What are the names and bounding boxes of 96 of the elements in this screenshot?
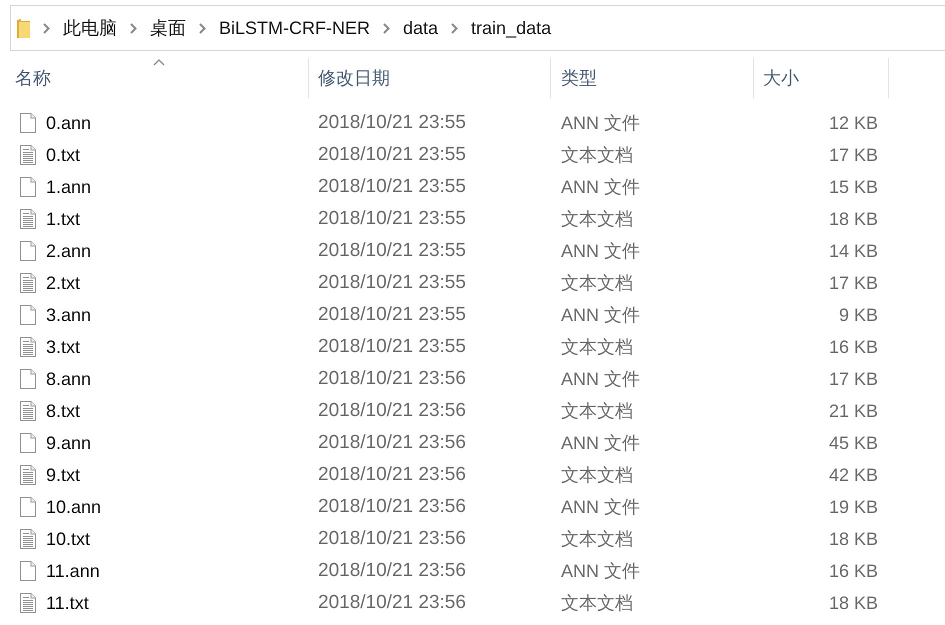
file-type: ANN 文件 bbox=[561, 176, 640, 196]
file-size: 12 KB bbox=[828, 112, 878, 134]
file-name[interactable]: 11.txt bbox=[46, 590, 89, 616]
modified-date: 2018/10/21 23:55 bbox=[318, 240, 466, 261]
blank-file-icon bbox=[20, 433, 36, 453]
file-type: 文本文档 bbox=[561, 528, 633, 548]
column-header[interactable]: 名称 bbox=[10, 58, 309, 98]
column-header[interactable]: 大小 bbox=[754, 58, 889, 98]
modified-date: 2018/10/21 23:55 bbox=[318, 272, 466, 293]
file-name[interactable]: 0.ann bbox=[46, 110, 92, 136]
modified-date: 2018/10/21 23:56 bbox=[318, 528, 466, 549]
file-size: 45 KB bbox=[828, 432, 878, 454]
breadcrumb-item[interactable]: data bbox=[403, 14, 438, 42]
file-name[interactable]: 1.ann bbox=[46, 174, 92, 200]
address-bar[interactable]: 此电脑 桌面 BiLSTM-CRF-NER data train_data bbox=[10, 5, 945, 51]
modified-date: 2018/10/21 23:55 bbox=[318, 304, 466, 325]
column-header[interactable]: 修改日期 bbox=[309, 58, 551, 98]
breadcrumb-item[interactable]: 此电脑 bbox=[63, 14, 117, 42]
file-type: ANN 文件 bbox=[561, 304, 640, 324]
file-size: 42 KB bbox=[828, 464, 878, 486]
file-size: 19 KB bbox=[828, 496, 878, 518]
file-name[interactable]: 8.txt bbox=[46, 398, 80, 424]
file-name[interactable]: 11.ann bbox=[46, 558, 100, 584]
text-document-icon bbox=[20, 401, 36, 421]
file-size: 9 KB bbox=[838, 304, 878, 326]
modified-date: 2018/10/21 23:55 bbox=[318, 112, 466, 133]
modified-date: 2018/10/21 23:56 bbox=[318, 592, 466, 613]
modified-date: 2018/10/21 23:55 bbox=[318, 176, 466, 197]
file-type: 文本文档 bbox=[561, 208, 633, 228]
text-document-icon bbox=[20, 593, 36, 613]
file-size: 21 KB bbox=[828, 400, 878, 422]
blank-file-icon bbox=[20, 241, 36, 261]
chevron-right-icon bbox=[451, 22, 458, 34]
file-type: ANN 文件 bbox=[561, 368, 640, 388]
file-type: 文本文档 bbox=[561, 464, 633, 484]
file-name[interactable]: 3.ann bbox=[46, 302, 92, 328]
file-name[interactable]: 10.txt bbox=[46, 526, 90, 552]
file-size: 18 KB bbox=[828, 208, 878, 230]
modified-date: 2018/10/21 23:56 bbox=[318, 496, 466, 517]
file-size: 18 KB bbox=[828, 592, 878, 614]
modified-date: 2018/10/21 23:55 bbox=[318, 208, 466, 229]
file-name[interactable]: 2.txt bbox=[46, 270, 80, 296]
modified-date: 2018/10/21 23:56 bbox=[318, 368, 466, 389]
breadcrumb-item[interactable]: train_data bbox=[471, 14, 552, 42]
text-document-icon bbox=[20, 273, 36, 293]
text-document-icon bbox=[20, 145, 36, 165]
file-type: 文本文档 bbox=[561, 400, 633, 420]
breadcrumb-item[interactable]: BiLSTM-CRF-NER bbox=[219, 14, 370, 42]
chevron-right-icon bbox=[199, 22, 206, 34]
file-type: 文本文档 bbox=[561, 336, 633, 356]
file-name[interactable]: 1.txt bbox=[46, 206, 80, 232]
file-type: ANN 文件 bbox=[561, 560, 640, 580]
file-name[interactable]: 2.ann bbox=[46, 238, 92, 264]
blank-file-icon bbox=[20, 177, 36, 197]
chevron-right-icon bbox=[43, 22, 50, 34]
file-type: ANN 文件 bbox=[561, 496, 640, 516]
chevron-right-icon bbox=[383, 22, 390, 34]
file-size: 15 KB bbox=[828, 176, 878, 198]
file-name[interactable]: 8.ann bbox=[46, 366, 92, 392]
file-name[interactable]: 3.txt bbox=[46, 334, 80, 360]
blank-file-icon bbox=[20, 497, 36, 517]
text-document-icon bbox=[20, 337, 36, 357]
blank-file-icon bbox=[20, 305, 36, 325]
modified-date: 2018/10/21 23:56 bbox=[318, 560, 466, 581]
modified-date: 2018/10/21 23:55 bbox=[318, 144, 466, 165]
file-size: 14 KB bbox=[828, 240, 878, 262]
modified-date: 2018/10/21 23:56 bbox=[318, 464, 466, 485]
blank-file-icon bbox=[20, 113, 36, 133]
modified-date: 2018/10/21 23:55 bbox=[318, 336, 466, 357]
file-name[interactable]: 9.ann bbox=[46, 430, 92, 456]
modified-date: 2018/10/21 23:56 bbox=[318, 400, 466, 421]
file-name[interactable]: 9.txt bbox=[46, 462, 80, 488]
file-name[interactable]: 10.ann bbox=[46, 494, 102, 520]
file-size: 16 KB bbox=[828, 560, 878, 582]
text-document-icon bbox=[20, 529, 36, 549]
column-header[interactable]: 类型 bbox=[551, 58, 754, 98]
folder-icon bbox=[17, 18, 30, 38]
file-type: 文本文档 bbox=[561, 272, 633, 292]
file-type: 文本文档 bbox=[561, 592, 633, 612]
text-document-icon bbox=[20, 465, 36, 485]
blank-file-icon bbox=[20, 561, 36, 581]
file-size: 18 KB bbox=[828, 528, 878, 550]
text-document-icon bbox=[20, 209, 36, 229]
file-type: ANN 文件 bbox=[561, 240, 640, 260]
breadcrumb-item[interactable]: 桌面 bbox=[150, 14, 186, 42]
chevron-right-icon bbox=[130, 22, 137, 34]
file-type: ANN 文件 bbox=[561, 432, 640, 452]
file-type: ANN 文件 bbox=[561, 112, 640, 132]
file-size: 17 KB bbox=[828, 272, 878, 294]
file-type: 文本文档 bbox=[561, 144, 633, 164]
modified-date: 2018/10/21 23:56 bbox=[318, 432, 466, 453]
file-size: 17 KB bbox=[828, 144, 878, 166]
file-name[interactable]: 0.txt bbox=[46, 142, 80, 168]
blank-file-icon bbox=[20, 369, 36, 389]
file-size: 17 KB bbox=[828, 368, 878, 390]
file-size: 16 KB bbox=[828, 336, 878, 358]
